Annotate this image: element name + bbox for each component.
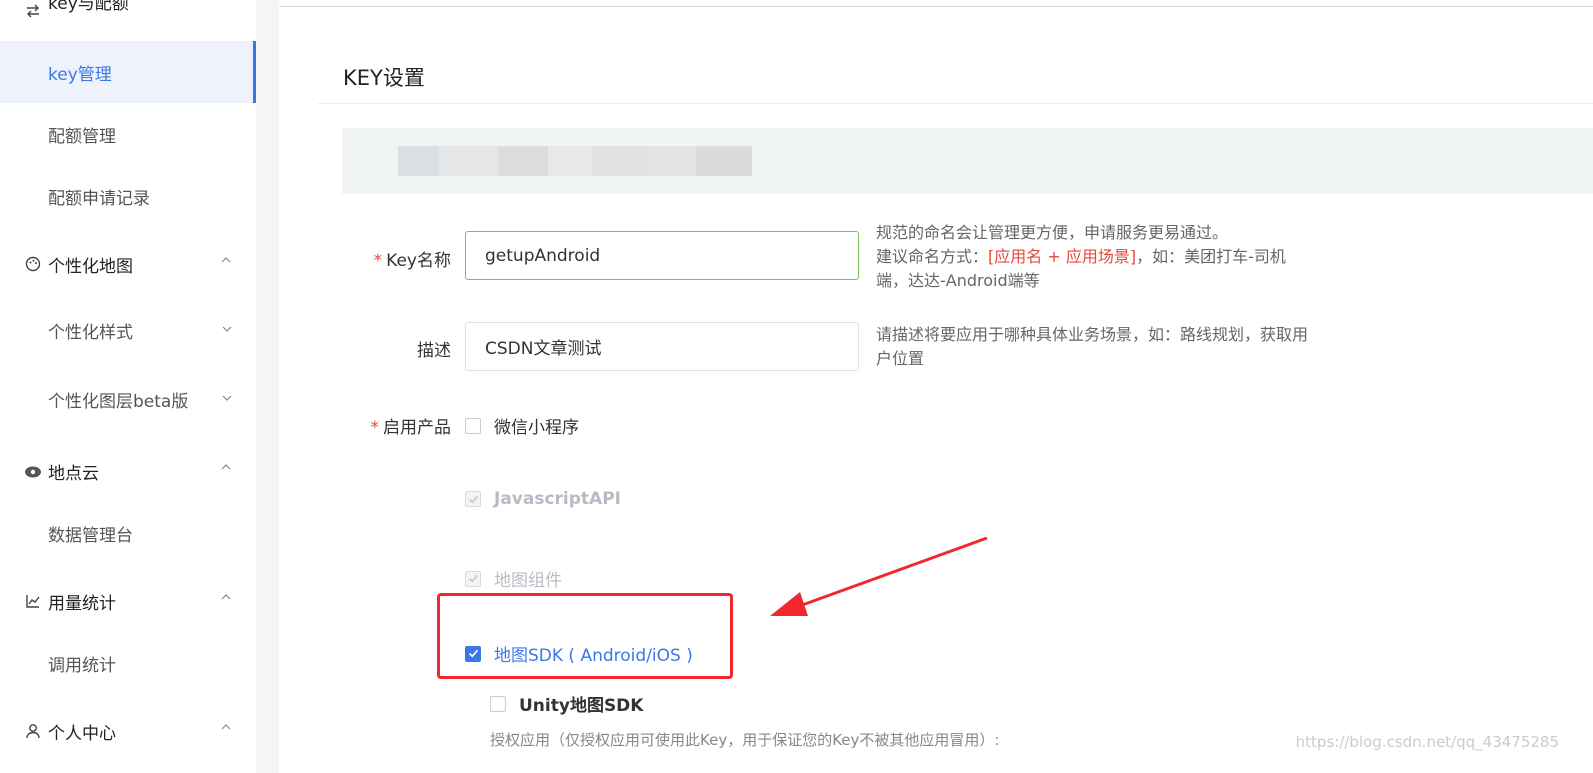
sidebar-item-label: 调用统计 <box>48 655 116 676</box>
desc-label: 描述 <box>417 341 451 361</box>
checkbox-label: Unity地图SDK <box>519 696 644 716</box>
annotation-highlight-box <box>437 593 733 679</box>
key-name-input[interactable]: getupAndroid <box>465 231 859 280</box>
sidebar-item-custom-layer[interactable]: 个性化图层beta版 <box>0 368 256 430</box>
products-label-text: 启用产品 <box>383 418 451 438</box>
sidebar-group-label: 个性化地图 <box>48 256 133 277</box>
auth-apps-text: 授权应用（仅授权应用可使用此Key，用于保证您的Key不被其他应用冒用）: <box>490 731 1000 749</box>
product-map-component: 地图组件 <box>465 566 562 591</box>
checkbox[interactable] <box>465 417 481 434</box>
sidebar-group-label: key与配额 <box>48 0 129 14</box>
sidebar-group-usage[interactable]: 用量统计 <box>24 590 239 614</box>
checkbox <box>465 570 481 587</box>
checkmark-icon <box>468 495 478 503</box>
key-name-label: * Key名称 <box>374 246 451 271</box>
sidebar-item-label: 个性化样式 <box>48 322 133 343</box>
checkbox-label: 微信小程序 <box>494 418 579 438</box>
key-name-hint-line1: 规范的命名会让管理更方便，申请服务更易通过。 <box>876 223 1229 242</box>
hint-prefix: 建议命名方式： <box>876 247 989 266</box>
swap-icon <box>24 2 42 20</box>
products-label: * 启用产品 <box>371 413 452 438</box>
chevron-up-icon <box>221 724 231 730</box>
key-name-label-text: Key名称 <box>386 251 451 271</box>
notice-bar <box>342 128 1593 194</box>
checkbox-label: JavascriptAPI <box>494 489 621 509</box>
watermark: https://blog.csdn.net/qq_43475285 <box>1295 733 1559 751</box>
sidebar-group-custom-map[interactable]: 个性化地图 <box>24 253 239 277</box>
app-root: key与配额 key管理 配额管理 配额申请记录 个性化地图 个性化样式 个性化… <box>0 0 1593 773</box>
line-chart-icon <box>24 592 42 610</box>
checkbox-label: 地图组件 <box>494 571 562 591</box>
blurred-notice <box>398 146 752 176</box>
top-divider <box>279 6 1593 7</box>
annotation-arrow-icon <box>770 536 988 616</box>
sidebar-group-place-cloud[interactable]: 地点云 <box>24 460 239 484</box>
desc-input[interactable]: CSDN文章测试 <box>465 322 859 371</box>
chevron-down-icon <box>222 395 232 401</box>
required-mark: * <box>370 418 380 438</box>
sidebar-item-key-manage[interactable]: key管理 <box>0 41 256 103</box>
sidebar-group-key[interactable]: key与配额 <box>24 0 239 22</box>
sidebar-item-custom-style[interactable]: 个性化样式 <box>0 299 256 361</box>
sidebar-item-label: 数据管理台 <box>48 525 133 546</box>
chevron-down-icon <box>222 326 232 332</box>
sidebar-group-label: 地点云 <box>48 463 99 484</box>
sidebar-item-label: 配额申请记录 <box>48 188 150 209</box>
palette-icon <box>24 255 42 273</box>
sidebar-item-label: key管理 <box>48 64 112 85</box>
cloud-eye-icon <box>24 462 42 480</box>
chevron-up-icon <box>221 257 231 263</box>
key-name-value: getupAndroid <box>485 245 601 266</box>
checkbox[interactable] <box>490 695 506 712</box>
sidebar-item-label: 个性化图层beta版 <box>48 391 189 412</box>
hint-pattern: [应用名 + 应用场景] <box>988 247 1137 266</box>
sidebar-group-label: 个人中心 <box>48 723 116 744</box>
sidebar-gutter <box>256 0 279 773</box>
desc-hint: 请描述将要应用于哪种具体业务场景，如：路线规划，获取用户位置 <box>876 325 1309 368</box>
checkbox <box>465 491 481 507</box>
sidebar-group-label: 用量统计 <box>48 593 116 614</box>
product-unity-sdk[interactable]: Unity地图SDK <box>490 691 643 716</box>
chevron-up-icon <box>221 464 231 470</box>
sidebar-item-call-stats[interactable]: 调用统计 <box>0 632 256 694</box>
page-title: KEY设置 <box>343 66 425 90</box>
checkmark-icon <box>468 574 478 583</box>
sidebar-item-data-console[interactable]: 数据管理台 <box>0 502 256 564</box>
sidebar-item-quota-records[interactable]: 配额申请记录 <box>0 165 256 227</box>
user-icon <box>24 722 42 740</box>
product-javascript-api: JavascriptAPI <box>465 489 621 509</box>
required-mark: * <box>373 251 383 271</box>
key-name-hint-line2: 建议命名方式：[应用名 + 应用场景]，如：美团打车-司机端，达达-Androi… <box>876 245 1316 293</box>
chevron-up-icon <box>221 594 231 600</box>
product-wechat-miniprogram[interactable]: 微信小程序 <box>465 413 579 438</box>
sidebar-group-user[interactable]: 个人中心 <box>24 720 239 744</box>
sidebar: key与配额 key管理 配额管理 配额申请记录 个性化地图 个性化样式 个性化… <box>0 0 256 773</box>
title-divider <box>318 103 1593 104</box>
key-name-hint: 规范的命名会让管理更方便，申请服务更易通过。 建议命名方式：[应用名 + 应用场… <box>876 221 1316 293</box>
sidebar-item-label: 配额管理 <box>48 126 116 147</box>
desc-value: CSDN文章测试 <box>485 339 602 359</box>
sidebar-item-quota-manage[interactable]: 配额管理 <box>0 103 256 165</box>
